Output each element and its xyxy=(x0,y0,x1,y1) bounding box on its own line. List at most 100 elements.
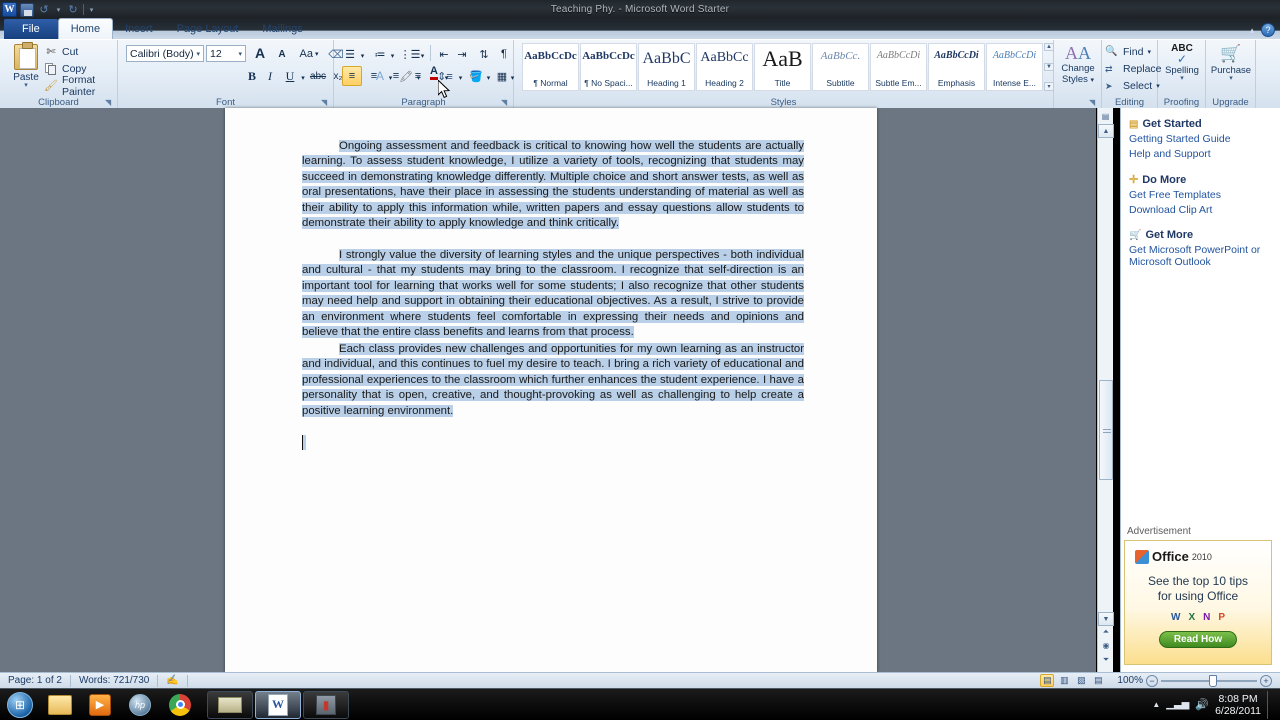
redo-icon[interactable]: ↻ xyxy=(66,3,80,17)
font-dialog-launcher-icon[interactable]: ◥ xyxy=(321,98,330,107)
align-right-button[interactable]: ≡ xyxy=(386,66,406,86)
taskbar-window-mail[interactable] xyxy=(207,690,253,719)
chrome-icon[interactable] xyxy=(160,690,200,720)
tab-mailings[interactable]: Mailings xyxy=(250,19,314,39)
styles-scroll-down-icon[interactable]: ▼ xyxy=(1044,62,1054,71)
link-getting-started-guide[interactable]: Getting Started Guide xyxy=(1129,133,1272,145)
draft-view-button[interactable]: ▤ xyxy=(1091,674,1105,687)
hp-icon[interactable]: hp xyxy=(120,690,160,720)
clipboard-dialog-launcher-icon[interactable]: ◥ xyxy=(105,98,114,107)
quick-access-toolbar[interactable]: W ↺ ▾ ↻ ▾ xyxy=(2,1,96,18)
font-name-chevron-down-icon[interactable]: ▾ xyxy=(196,50,203,58)
underline-button[interactable]: U xyxy=(280,66,300,86)
strikethrough-button[interactable]: abc xyxy=(308,66,328,86)
style-emphasis[interactable]: AaBbCcDi Emphasis xyxy=(928,43,985,91)
style-intense-emphasis[interactable]: AaBbCcDi Intense E... xyxy=(986,43,1043,91)
align-center-button[interactable]: ≡ xyxy=(364,66,384,86)
multilevel-chevron-down-icon[interactable]: ▾ xyxy=(418,46,427,66)
shading-button[interactable]: 🪣 xyxy=(466,66,486,86)
format-painter-button[interactable]: 🖌 Format Painter xyxy=(44,74,117,98)
zoom-slider[interactable] xyxy=(1161,674,1257,687)
paragraph-1[interactable]: Ongoing assessment and feedback is criti… xyxy=(302,139,804,231)
font-name-input[interactable]: Calibri (Body) ▾ xyxy=(126,45,204,62)
help-icon[interactable]: ? xyxy=(1261,23,1275,37)
print-layout-view-button[interactable]: ▤ xyxy=(1040,674,1055,687)
multilevel-list-button[interactable]: ⋮☰ xyxy=(400,44,421,64)
tab-insert[interactable]: Insert xyxy=(113,19,165,39)
numbering-button[interactable]: ≔ xyxy=(370,44,390,64)
style-normal[interactable]: AaBbCcDc ¶ Normal xyxy=(522,43,579,91)
select-browse-object-icon[interactable]: ◉ xyxy=(1099,641,1113,654)
increase-indent-button[interactable]: ⇥ xyxy=(452,44,472,64)
page-status[interactable]: Page: 1 of 2 xyxy=(0,673,70,689)
word-count-status[interactable]: Words: 721/730 xyxy=(71,673,157,689)
replace-button[interactable]: ⇄ Replace xyxy=(1105,61,1162,77)
font-size-input[interactable]: 12 ▾ xyxy=(206,45,246,62)
link-download-clip-art[interactable]: Download Clip Art xyxy=(1129,204,1272,216)
style-subtle-emphasis[interactable]: AaBbCcDi Subtle Em... xyxy=(870,43,927,91)
find-chevron-down-icon[interactable]: ▾ xyxy=(1147,48,1151,56)
find-button[interactable]: 🔍 Find ▾ xyxy=(1105,44,1151,60)
align-left-button[interactable]: ≡ xyxy=(342,66,362,86)
paste-dropdown-icon[interactable]: ▾ xyxy=(6,82,46,89)
link-help-and-support[interactable]: Help and Support xyxy=(1129,148,1272,160)
scroll-down-arrow-icon[interactable]: ▼ xyxy=(1098,612,1114,626)
show-formatting-marks-button[interactable]: ¶ xyxy=(494,44,514,64)
bold-button[interactable]: B xyxy=(242,66,262,86)
change-styles-button[interactable]: AA Change Styles ▾ xyxy=(1054,43,1102,86)
paragraph-3[interactable]: Each class provides new challenges and o… xyxy=(302,342,804,419)
undo-icon[interactable]: ↺ xyxy=(37,3,51,17)
document-canvas[interactable]: Ongoing assessment and feedback is criti… xyxy=(0,108,1096,672)
underline-chevron-down-icon[interactable]: ▾ xyxy=(298,68,308,88)
minimize-ribbon-icon[interactable]: ▲ xyxy=(1248,26,1256,35)
styles-scroll-up-icon[interactable]: ▲ xyxy=(1044,43,1054,51)
style-no-spacing[interactable]: AaBbCcDc ¶ No Spaci... xyxy=(580,43,637,91)
explorer-icon[interactable] xyxy=(40,690,80,720)
tab-file[interactable]: File xyxy=(4,19,58,39)
taskbar-window-word[interactable]: W xyxy=(255,690,301,719)
taskbar-clock[interactable]: 8:08 PM 6/28/2011 xyxy=(1215,693,1261,717)
cut-button[interactable]: ✄ Cut xyxy=(44,44,78,60)
vertical-scrollbar[interactable]: ▤ ▲ ▼ ⏶ ◉ ⏷ xyxy=(1097,108,1114,672)
styles-more-icon[interactable]: ▾ xyxy=(1044,82,1054,91)
line-spacing-chevron-down-icon[interactable]: ▾ xyxy=(456,68,465,88)
purchase-button[interactable]: 🛒 Purchase ▾ xyxy=(1206,43,1256,82)
customize-qat-icon[interactable]: ▾ xyxy=(87,3,96,17)
tab-page-layout[interactable]: Page Layout xyxy=(165,19,251,39)
show-desktop-button[interactable] xyxy=(1267,690,1274,719)
zoom-out-button[interactable]: − xyxy=(1146,674,1158,687)
link-get-powerpoint-outlook[interactable]: Get Microsoft PowerPoint or Microsoft Ou… xyxy=(1129,244,1272,268)
style-title[interactable]: AaB Title xyxy=(754,43,811,91)
word-logo-icon[interactable]: W xyxy=(2,2,17,17)
network-icon[interactable]: ▁▃▅ xyxy=(1166,699,1189,710)
save-icon[interactable] xyxy=(20,2,34,17)
style-subtitle[interactable]: AaBbCc. Subtitle xyxy=(812,43,869,91)
link-get-free-templates[interactable]: Get Free Templates xyxy=(1129,189,1272,201)
paragraph-2[interactable]: I strongly value the diversity of learni… xyxy=(302,248,804,340)
proofing-status-icon[interactable]: ✍ xyxy=(158,673,186,689)
bullets-button[interactable]: ☰ xyxy=(340,44,360,64)
zoom-knob[interactable] xyxy=(1209,674,1217,687)
justify-button[interactable]: ≡ xyxy=(408,66,428,86)
style-heading-1[interactable]: AaBbC Heading 1 xyxy=(638,43,695,91)
styles-dialog-launcher-icon[interactable]: ◥ xyxy=(1089,98,1098,107)
sort-button[interactable]: ⇅ xyxy=(474,44,494,64)
grow-font-button[interactable]: A xyxy=(250,43,270,63)
change-case-button[interactable]: Aa ▾ xyxy=(296,44,322,64)
purchase-chevron-down-icon[interactable]: ▾ xyxy=(1206,75,1256,82)
split-window-icon[interactable]: ▤ xyxy=(1098,108,1113,124)
font-size-chevron-down-icon[interactable]: ▾ xyxy=(238,50,245,58)
style-heading-2[interactable]: AaBbCc Heading 2 xyxy=(696,43,753,91)
next-page-icon[interactable]: ⏷ xyxy=(1099,655,1113,668)
zoom-level-label[interactable]: 100% xyxy=(1117,675,1143,686)
paragraph-dialog-launcher-icon[interactable]: ◥ xyxy=(501,98,510,107)
previous-page-icon[interactable]: ⏶ xyxy=(1099,627,1113,640)
volume-icon[interactable]: 🔊 xyxy=(1195,698,1209,711)
start-orb-icon[interactable]: ⊞ xyxy=(0,690,40,720)
spelling-button[interactable]: ABC ✓ Spelling ▾ xyxy=(1158,43,1206,82)
zoom-in-button[interactable]: + xyxy=(1260,674,1272,687)
read-how-button[interactable]: Read How xyxy=(1158,631,1238,648)
web-layout-view-button[interactable]: ▧ xyxy=(1074,674,1088,687)
document-page[interactable]: Ongoing assessment and feedback is criti… xyxy=(225,108,877,672)
select-button[interactable]: ➤ Select ▾ xyxy=(1105,78,1160,94)
